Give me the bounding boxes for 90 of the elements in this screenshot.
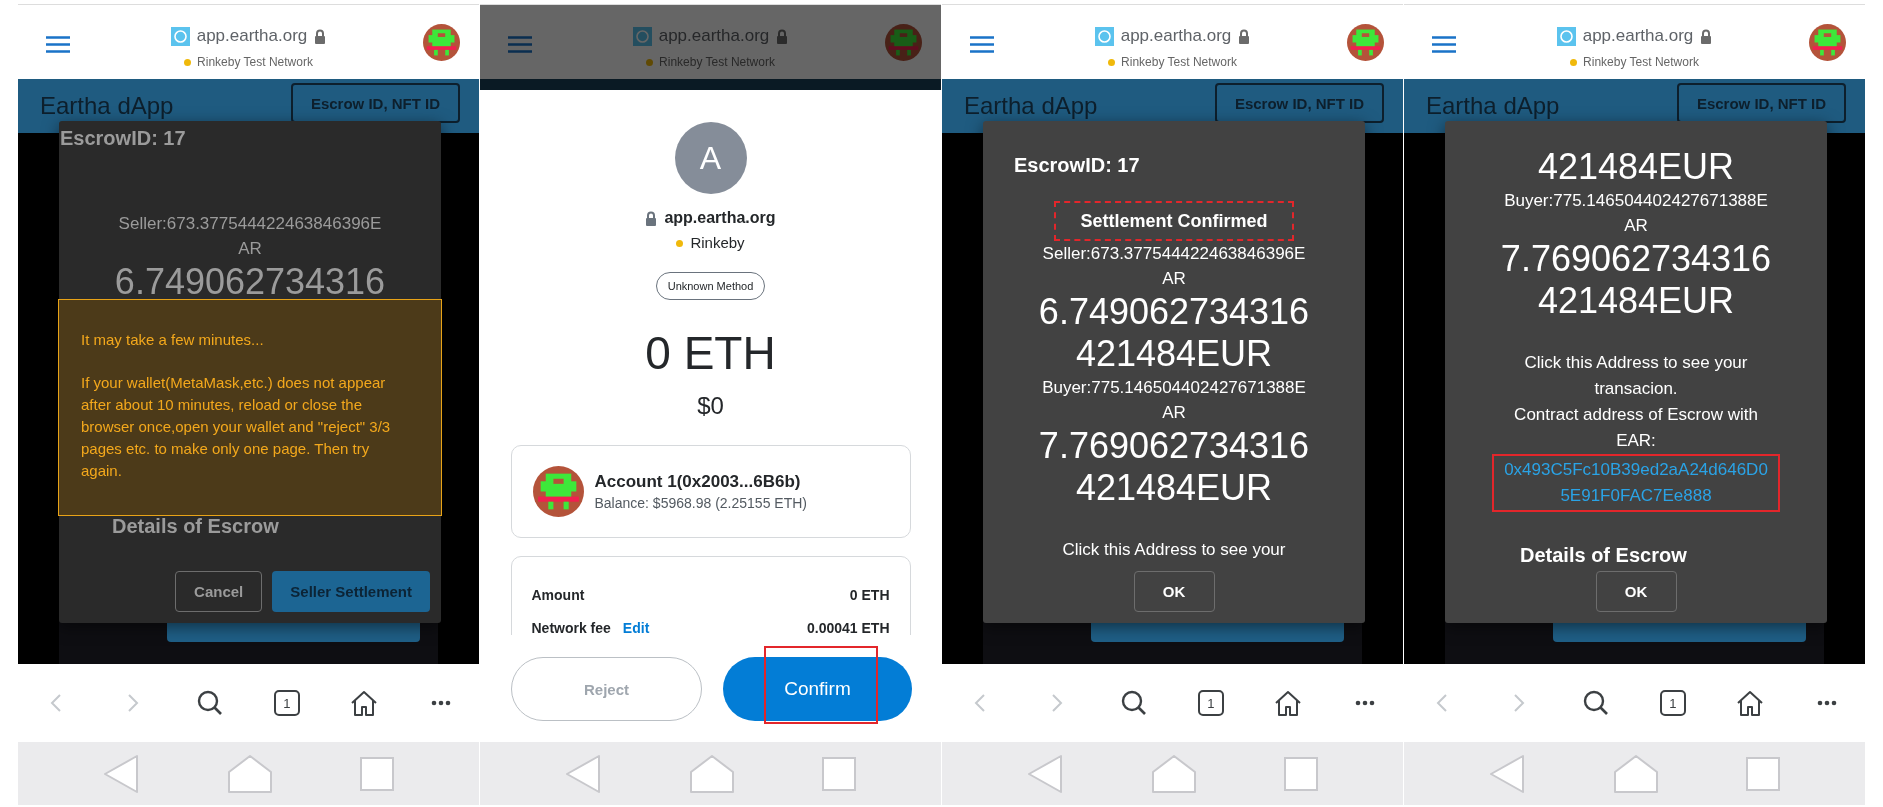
url-text[interactable]: app.eartha.org bbox=[658, 26, 770, 46]
lock-icon bbox=[1700, 28, 1713, 44]
amount-value: 7.769062734316421484EUR bbox=[1037, 425, 1311, 509]
dialog-button[interactable]: OK bbox=[1595, 571, 1677, 612]
network-dot bbox=[1108, 58, 1116, 66]
dialog-button[interactable]: OK bbox=[1133, 571, 1215, 612]
account-balance: Balance: $5968.98 (2.25155 ETH) bbox=[594, 493, 807, 513]
escrow-id-heading: EscrowID: 17 bbox=[59, 126, 187, 151]
recent-apps-icon[interactable] bbox=[1283, 755, 1319, 792]
avatar-icon bbox=[423, 24, 460, 61]
url-text[interactable]: app.eartha.org bbox=[1582, 26, 1694, 46]
detail-value: 0 ETH bbox=[849, 586, 890, 605]
info-text: Click this Address to see your bbox=[1061, 539, 1287, 561]
network-dot bbox=[1570, 58, 1578, 66]
avatar-icon bbox=[885, 24, 922, 61]
lock-icon bbox=[314, 28, 327, 44]
tab-count-button[interactable]: 1 bbox=[273, 690, 300, 716]
dialog-button[interactable]: Cancel bbox=[175, 571, 263, 612]
menu-icon[interactable] bbox=[508, 36, 532, 53]
amount-value: 421484EUR bbox=[1536, 146, 1736, 188]
more-icon[interactable] bbox=[1354, 700, 1375, 706]
lock-icon bbox=[776, 28, 789, 44]
avatar-icon bbox=[532, 466, 584, 517]
avatar-icon bbox=[1347, 24, 1384, 61]
more-icon[interactable] bbox=[430, 700, 451, 706]
back-icon[interactable] bbox=[101, 753, 141, 794]
amount-text: Seller:673.377544422463846396EAR bbox=[1041, 243, 1307, 290]
home-icon[interactable] bbox=[1735, 690, 1764, 716]
site-origin: app.eartha.org bbox=[664, 208, 776, 228]
network-name: Rinkeby Test Network bbox=[197, 55, 313, 69]
network-name: Rinkeby bbox=[690, 233, 745, 253]
url-text[interactable]: app.eartha.org bbox=[196, 26, 308, 46]
amount-text: Seller:673.377544422463846396EAR bbox=[117, 213, 383, 260]
amount-value: 7.769062734316421484EUR bbox=[1499, 238, 1773, 322]
site-icon bbox=[1556, 26, 1576, 46]
network-name: Rinkeby Test Network bbox=[1121, 55, 1237, 69]
notice-text: If your wallet(MetaMask,etc.) does not appear after about 10 minutes, reload or close the browser once,open your wallet and "reject" 3/3 pages etc. to make only one page. Then try again. bbox=[81, 373, 392, 481]
app-title: Eartha dApp bbox=[1426, 92, 1560, 120]
amount-value: 0 ETH bbox=[645, 326, 776, 380]
contract-address-link[interactable]: 0x493C5Fc10B39ed2aA24d646D05E91F0FAC7Ee888 bbox=[1492, 454, 1780, 512]
back-icon[interactable] bbox=[563, 753, 603, 794]
menu-icon[interactable] bbox=[970, 36, 994, 53]
network-name: Rinkeby Test Network bbox=[1583, 55, 1699, 69]
search-icon[interactable] bbox=[1121, 690, 1148, 716]
lock-icon bbox=[645, 210, 658, 226]
edit-link[interactable]: Edit bbox=[622, 620, 650, 635]
confirm-button[interactable]: Confirm bbox=[723, 657, 912, 721]
lock-icon bbox=[1238, 28, 1251, 44]
section-heading: Details of Escrow bbox=[1519, 543, 1688, 565]
recent-apps-icon[interactable] bbox=[359, 755, 395, 792]
site-icon bbox=[1094, 26, 1114, 46]
fiat-value: $0 bbox=[697, 391, 724, 421]
status-label: Settlement Confirmed bbox=[1054, 201, 1294, 241]
back-icon[interactable] bbox=[1487, 753, 1527, 794]
detail-label: Amount bbox=[531, 587, 585, 603]
amount-text: Buyer:775.146504402427671388EAR bbox=[1503, 190, 1769, 237]
amount-text: Buyer:775.146504402427671388EAR bbox=[1041, 377, 1307, 424]
more-icon[interactable] bbox=[1816, 700, 1837, 706]
network-name: Rinkeby Test Network bbox=[659, 55, 775, 69]
amount-value: 6.749062734316421484EUR bbox=[1037, 291, 1311, 375]
recent-apps-icon[interactable] bbox=[821, 755, 857, 792]
info-text: Contract address of Escrow with EAR: bbox=[1513, 404, 1759, 452]
network-dot bbox=[184, 58, 192, 66]
app-title: Eartha dApp bbox=[40, 92, 174, 120]
account-avatar: A bbox=[674, 122, 747, 194]
network-dot bbox=[646, 58, 654, 66]
info-text: Click this Address to see your transacion. bbox=[1523, 352, 1749, 400]
url-text[interactable]: app.eartha.org bbox=[1120, 26, 1232, 46]
home-icon[interactable] bbox=[1273, 690, 1302, 716]
network-dot bbox=[676, 239, 684, 247]
avatar-icon bbox=[1809, 24, 1846, 61]
detail-label: Network fee bbox=[531, 620, 611, 635]
menu-icon[interactable] bbox=[46, 36, 70, 53]
account-name: Account 1(0x2003...6B6b) bbox=[594, 470, 802, 493]
search-icon[interactable] bbox=[197, 690, 224, 716]
menu-icon[interactable] bbox=[1432, 36, 1456, 53]
detail-value: 0.00041 ETH bbox=[807, 619, 890, 635]
home-icon[interactable] bbox=[349, 690, 378, 716]
section-heading: Details of Escrow bbox=[111, 514, 280, 539]
site-icon bbox=[170, 26, 190, 46]
tab-count-button[interactable]: 1 bbox=[1197, 690, 1224, 716]
notice-title: It may take a few minutes... bbox=[81, 330, 265, 350]
tab-count-button[interactable]: 1 bbox=[1659, 690, 1686, 716]
site-icon bbox=[632, 26, 652, 46]
search-icon[interactable] bbox=[1583, 690, 1610, 716]
escrow-id-heading: EscrowID: 17 bbox=[1013, 153, 1141, 178]
back-icon[interactable] bbox=[1025, 753, 1065, 794]
amount-value: 6.749062734316 bbox=[113, 261, 387, 303]
app-title: Eartha dApp bbox=[964, 92, 1098, 120]
recent-apps-icon[interactable] bbox=[1745, 755, 1781, 792]
